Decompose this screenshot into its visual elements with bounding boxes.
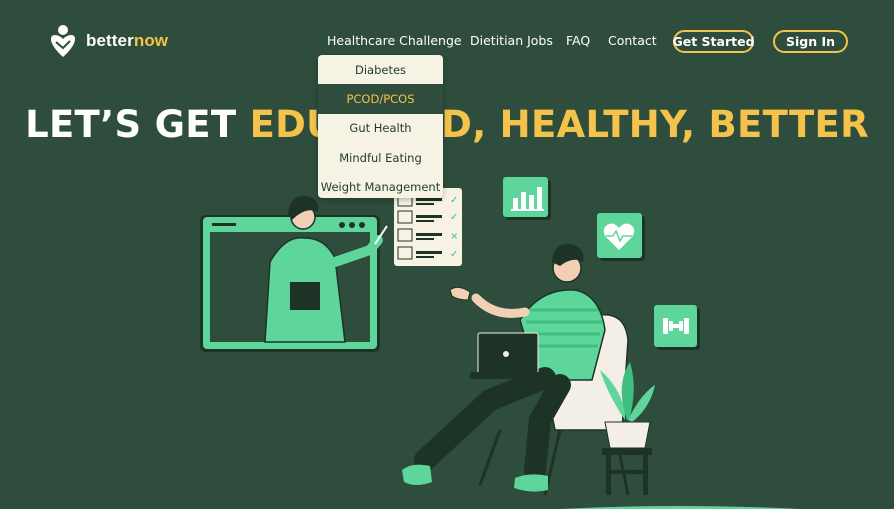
man-in-chair-figure [402,243,630,496]
healthcare-challenge-dropdown: Diabetes PCOD/PCOS Gut Health Mindful Ea… [318,55,443,198]
dropdown-item-diabetes[interactable]: Diabetes [318,55,443,84]
plant-illustration [600,362,655,495]
dropdown-item-weight-management[interactable]: Weight Management [318,173,443,198]
checklist-icon: ✓ ✓ × ✓ [394,188,462,266]
hero-illustration: ✓ ✓ × ✓ [200,177,800,509]
svg-text:×: × [450,231,458,242]
dropdown-item-pcod-pcos[interactable]: PCOD/PCOS [318,84,443,114]
bar-chart-icon [503,177,551,220]
dumbbell-icon [654,305,700,350]
dropdown-item-gut-health[interactable]: Gut Health [318,114,443,143]
heart-pulse-icon [597,213,645,261]
svg-text:✓: ✓ [450,212,458,223]
svg-text:✓: ✓ [450,195,458,206]
dropdown-item-mindful-eating[interactable]: Mindful Eating [318,143,443,172]
svg-text:✓: ✓ [450,249,458,260]
